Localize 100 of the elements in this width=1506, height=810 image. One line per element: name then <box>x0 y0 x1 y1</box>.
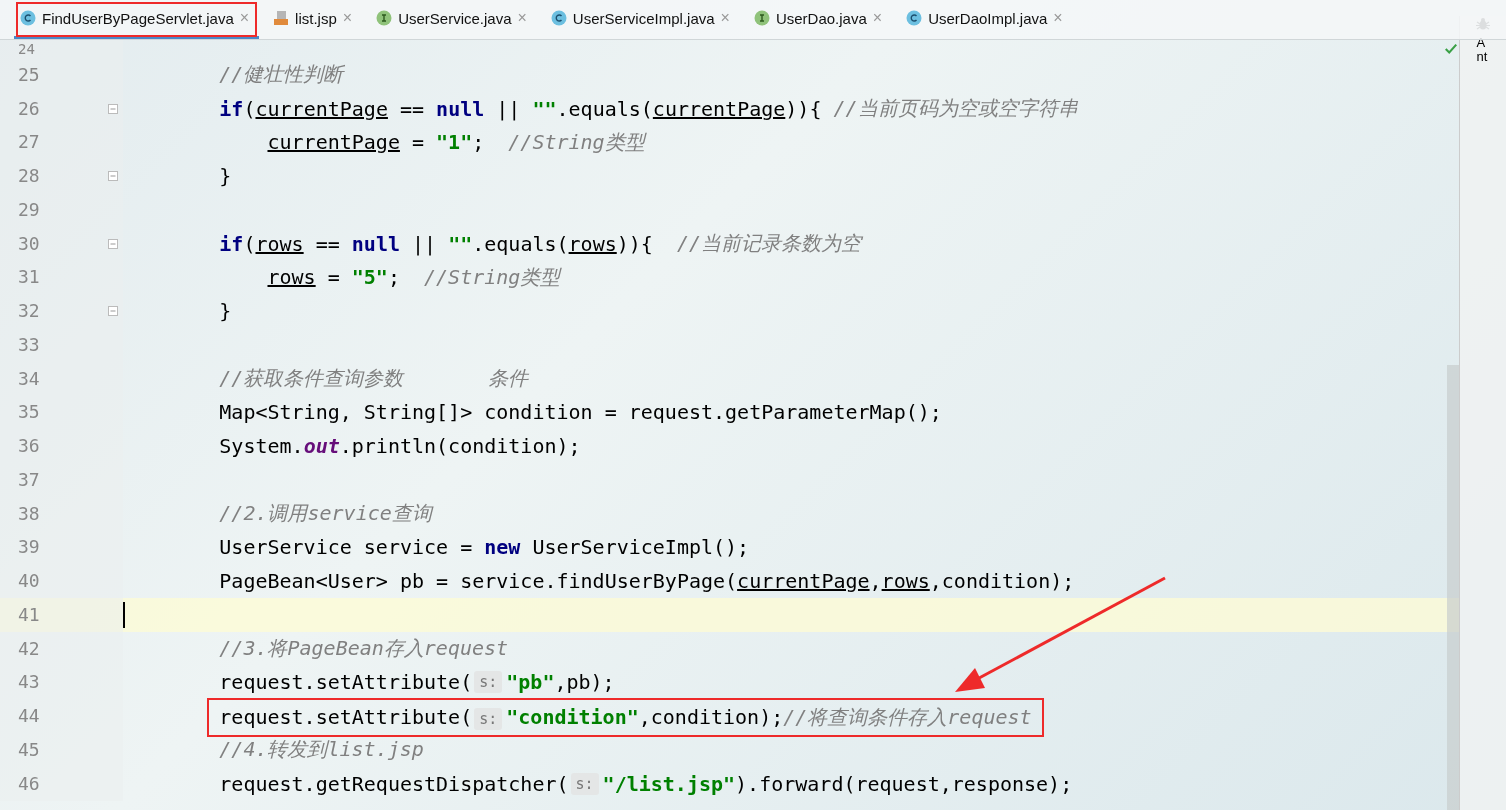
line-number: 25 <box>18 65 40 84</box>
code-comment: //将查询条件存入request <box>783 704 1032 729</box>
code-text: , <box>869 569 882 594</box>
text-cursor <box>123 601 125 628</box>
class-file-icon <box>550 10 567 26</box>
line-number: 35 <box>18 403 40 422</box>
line-number: 40 <box>18 572 40 591</box>
string-literal: "condition" <box>506 704 639 729</box>
scrollbar[interactable] <box>1447 365 1459 810</box>
code-text: } <box>219 299 232 324</box>
editor-tab[interactable]: UserServiceImpl.java × <box>544 0 740 39</box>
fold-marker-icon[interactable] <box>108 103 118 114</box>
code-text: || <box>411 231 438 256</box>
keyword: if <box>219 96 244 121</box>
jsp-file-icon <box>273 10 290 26</box>
string-literal: "5" <box>351 265 388 290</box>
parameter-hint: s: <box>570 772 599 795</box>
line-number: 33 <box>18 335 40 354</box>
line-number: 45 <box>18 740 40 759</box>
line-number: 26 <box>18 99 40 118</box>
string-literal: "" <box>448 231 473 256</box>
editor-tab[interactable]: UserDaoImpl.java × <box>900 0 1073 39</box>
code-text: || <box>495 96 522 121</box>
editor-tab[interactable]: UserDao.java × <box>747 0 893 39</box>
checkmark-icon <box>1444 42 1458 56</box>
code-text: UserService service = <box>219 535 474 560</box>
code-text: .println(condition); <box>339 434 581 459</box>
code-text: )){ <box>616 231 654 256</box>
code-text: PageBean<User> pb = service.findUserByPage( <box>219 569 738 594</box>
code-text: .equals( <box>556 96 653 121</box>
line-number: 38 <box>18 504 40 523</box>
line-number: 34 <box>18 369 40 388</box>
fold-marker-icon[interactable] <box>108 306 118 317</box>
editor-tab[interactable]: list.jsp × <box>267 0 363 39</box>
keyword: new <box>484 535 521 560</box>
line-number: 39 <box>18 538 40 557</box>
line-number: 29 <box>18 200 40 219</box>
line-number: 42 <box>18 639 40 658</box>
line-number: 43 <box>18 673 40 692</box>
string-literal: "" <box>532 96 557 121</box>
line-number: 27 <box>18 133 40 152</box>
code-text: == <box>314 231 341 256</box>
line-number: 31 <box>18 268 40 287</box>
string-literal: "pb" <box>506 670 555 695</box>
code-text: request.getRequestDispatcher( <box>219 771 569 796</box>
ant-panel-label[interactable]: Ant <box>1476 36 1490 65</box>
variable: rows <box>881 569 930 594</box>
code-comment: //4.转发到list.jsp <box>219 736 424 764</box>
line-number: 24 <box>18 42 35 56</box>
code-comment: //当前记录条数为空 <box>676 230 862 258</box>
code-text: Map<String, String[]> condition = request.getParameterMap(); <box>219 400 942 425</box>
class-file-icon <box>20 10 36 26</box>
variable: rows <box>568 231 617 256</box>
variable: rows <box>267 265 316 290</box>
code-comment: //健壮性判断 <box>219 61 344 89</box>
code-text: = <box>410 130 426 155</box>
code-text: ,pb); <box>554 670 615 695</box>
keyword: null <box>351 231 400 256</box>
string-literal: "1" <box>436 130 473 155</box>
line-number: 30 <box>18 234 40 253</box>
line-number: 46 <box>18 774 40 793</box>
editor-tab[interactable]: FindUserByPageServlet.java × <box>14 0 260 39</box>
code-text: UserServiceImpl(); <box>531 535 750 560</box>
line-number: 41 <box>18 605 40 624</box>
line-number: 32 <box>18 302 40 321</box>
code-text: ; <box>472 130 486 155</box>
interface-file-icon <box>376 10 393 26</box>
parameter-hint: s: <box>474 707 503 730</box>
code-text: ,condition); <box>929 569 1075 594</box>
string-literal: "/list.jsp" <box>602 771 736 796</box>
code-comment: //获取条件查询参数 条件 <box>219 365 528 393</box>
code-text: .equals( <box>472 231 569 256</box>
code-text: ; <box>387 265 401 290</box>
fold-marker-icon[interactable] <box>108 171 118 182</box>
code-comment: //当前页码为空或空字符串 <box>833 95 1078 123</box>
line-number: 36 <box>18 437 40 456</box>
keyword: if <box>219 231 244 256</box>
code-text: } <box>219 164 232 189</box>
code-text: = <box>326 265 341 290</box>
variable: currentPage <box>652 96 786 121</box>
code-comment: //String类型 <box>508 128 645 156</box>
code-text: System. <box>219 434 304 459</box>
field-name: out <box>303 434 340 459</box>
code-text: )){ <box>785 96 823 121</box>
line-number: 28 <box>18 167 40 186</box>
code-comment: //2.调用service查询 <box>219 500 432 528</box>
code-comment: //3.将PageBean存入request <box>219 635 509 663</box>
code-text: ,condition); <box>638 704 784 729</box>
code-text: ( <box>243 96 256 121</box>
line-number: 37 <box>18 470 40 489</box>
keyword: null <box>436 96 485 121</box>
variable: currentPage <box>737 569 870 594</box>
code-text: == <box>398 96 426 121</box>
variable: currentPage <box>255 96 388 121</box>
interface-file-icon <box>753 10 770 26</box>
line-number: 44 <box>18 707 40 726</box>
code-text: ).forward(request,response); <box>735 771 1073 796</box>
class-file-icon <box>906 10 923 26</box>
editor-tab[interactable]: UserService.java × <box>370 0 537 39</box>
fold-marker-icon[interactable] <box>108 238 118 249</box>
